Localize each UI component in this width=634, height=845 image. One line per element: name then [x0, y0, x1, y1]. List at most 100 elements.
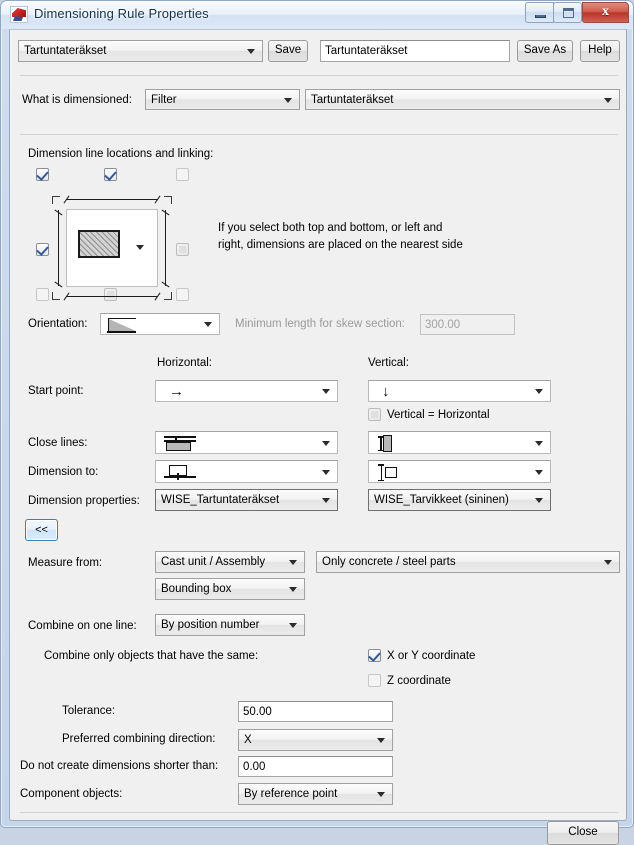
- close-button[interactable]: Close: [547, 821, 619, 845]
- what-is-dimensioned-type[interactable]: Filter: [145, 89, 300, 110]
- dialog-window: Dimensioning Rule Properties x Tartuntat…: [0, 0, 634, 845]
- preferred-direction-value: X: [244, 734, 252, 746]
- xy-coordinate-row[interactable]: X or Y coordinate: [368, 649, 475, 662]
- dimline-left: [58, 210, 59, 286]
- component-objects-select[interactable]: By reference point: [238, 783, 393, 805]
- checkbox-bottom-left-outer[interactable]: [36, 288, 49, 301]
- vertical-equals-horizontal-label: Vertical = Horizontal: [387, 408, 490, 421]
- vertical-equals-horizontal-row[interactable]: Vertical = Horizontal: [368, 408, 490, 421]
- measure-from-parts-select[interactable]: Only concrete / steel parts: [316, 551, 620, 573]
- dimline-bottom: [66, 296, 158, 297]
- xy-coordinate-checkbox[interactable]: [368, 649, 381, 662]
- dimline-bottom-tick-right: [154, 292, 161, 301]
- measure-from-primary-select[interactable]: Cast unit / Assembly: [155, 551, 305, 573]
- start-point-vertical-select[interactable]: ↓: [368, 380, 551, 402]
- rule-name-input[interactable]: Tartuntateräkset: [320, 40, 510, 62]
- combine-select[interactable]: By position number: [155, 614, 305, 636]
- what-is-dimensioned-target-value: Tartuntateräkset: [311, 93, 394, 106]
- min-skew-value: 300.00: [425, 318, 461, 331]
- orientation-label: Orientation:: [28, 318, 88, 330]
- vertical-equals-horizontal-checkbox: [368, 408, 381, 421]
- measure-from-secondary-select[interactable]: Bounding box: [155, 578, 305, 600]
- app-icon: [10, 6, 28, 23]
- chevron-down-icon: [322, 498, 330, 503]
- z-coordinate-checkbox[interactable]: [368, 674, 381, 687]
- checkbox-top-left-outer[interactable]: [36, 168, 49, 181]
- chevron-down-icon[interactable]: [136, 245, 144, 250]
- checkbox-top-right-outer[interactable]: [176, 168, 189, 181]
- vertical-column-header: Vertical:: [368, 357, 409, 369]
- dimension-lines-hint-line2: right, dimensions are placed on the near…: [218, 239, 463, 251]
- xy-coordinate-label: X or Y coordinate: [387, 649, 476, 662]
- chevron-down-icon: [535, 498, 543, 503]
- dimension-to-vertical-select[interactable]: [368, 460, 551, 483]
- close-icon: x: [602, 4, 609, 19]
- measure-from-label: Measure from:: [28, 557, 103, 569]
- orientation-select[interactable]: [100, 313, 220, 335]
- dimline-right: [165, 210, 166, 286]
- chevron-down-icon: [535, 440, 543, 446]
- chevron-down-icon: [204, 322, 212, 327]
- dimline-top: [66, 199, 158, 200]
- chevron-down-icon: [535, 389, 543, 394]
- rule-select-value: Tartuntateräkset: [24, 45, 107, 57]
- tolerance-value: 50.00: [243, 705, 272, 718]
- maximize-button[interactable]: [553, 2, 582, 23]
- title-bar: Dimensioning Rule Properties x: [1, 1, 633, 29]
- part-preview-diagram[interactable]: [52, 195, 172, 301]
- chevron-down-icon: [289, 587, 297, 592]
- dimension-properties-horizontal-select[interactable]: WISE_Tartuntateräkset: [155, 489, 338, 511]
- save-as-button[interactable]: Save As: [517, 40, 573, 62]
- what-is-dimensioned-type-value: Filter: [151, 93, 177, 106]
- minimize-button[interactable]: [525, 2, 554, 23]
- preferred-direction-select[interactable]: X: [238, 729, 393, 751]
- save-as-button-label: Save As: [523, 44, 567, 57]
- dimension-to-horizontal-select[interactable]: [155, 460, 338, 483]
- dimension-properties-label: Dimension properties:: [28, 495, 140, 507]
- save-button[interactable]: Save: [268, 40, 308, 62]
- maximize-icon: [563, 8, 574, 18]
- close-lines-horizontal-select[interactable]: [155, 431, 338, 454]
- chevron-down-icon: [322, 469, 330, 475]
- checkbox-bottom-right-outer[interactable]: [176, 288, 189, 301]
- dimension-to-vertical-icon: [378, 464, 400, 481]
- bracket-tr: [164, 196, 172, 204]
- what-is-dimensioned-label: What is dimensioned:: [22, 94, 132, 106]
- component-objects-label: Component objects:: [20, 788, 123, 800]
- dimline-top-tick-right: [154, 195, 161, 204]
- divider-dimension-lines: [20, 134, 618, 135]
- z-coordinate-row[interactable]: Z coordinate: [368, 674, 451, 687]
- part-hatch-icon: [78, 230, 120, 258]
- checkbox-middle-left[interactable]: [36, 243, 49, 256]
- close-button-label: Close: [568, 826, 598, 839]
- close-lines-vertical-select[interactable]: [368, 431, 551, 454]
- collapse-button[interactable]: <<: [25, 519, 58, 541]
- rule-select[interactable]: Tartuntateräkset: [18, 40, 263, 62]
- tolerance-input[interactable]: 50.00: [238, 701, 393, 722]
- help-button[interactable]: Help: [580, 40, 620, 62]
- rule-name-value: Tartuntateräkset: [325, 45, 408, 57]
- chevron-down-icon: [604, 560, 612, 565]
- chevron-down-icon: [322, 440, 330, 446]
- tolerance-label: Tolerance:: [62, 705, 116, 717]
- measure-from-primary-value: Cast unit / Assembly: [161, 556, 266, 568]
- chevron-down-icon: [535, 469, 543, 475]
- minimize-icon: [535, 15, 546, 18]
- start-point-horizontal-select[interactable]: →: [155, 380, 338, 402]
- bracket-tl: [52, 196, 60, 204]
- what-is-dimensioned-target[interactable]: Tartuntateräkset: [305, 89, 620, 110]
- measure-from-secondary-value: Bounding box: [161, 583, 232, 595]
- checkbox-top-center[interactable]: [104, 168, 117, 181]
- combine-value: By position number: [161, 619, 260, 631]
- arrow-down-icon: ↓: [382, 382, 390, 400]
- min-dimension-input[interactable]: 0.00: [238, 756, 393, 777]
- bracket-bl: [52, 292, 60, 300]
- chevron-down-icon: [377, 738, 385, 743]
- dialog-body: Tartuntateräkset Save Tartuntateräkset S…: [9, 29, 627, 845]
- close-lines-horizontal-icon: [164, 436, 196, 451]
- close-window-button[interactable]: x: [582, 2, 629, 23]
- dimension-to-horizontal-icon: [164, 465, 196, 480]
- combine-same-label: Combine only objects that have the same:: [44, 650, 259, 662]
- dimension-properties-vertical-select[interactable]: WISE_Tarvikkeet (sininen): [368, 489, 551, 511]
- measure-from-parts-value: Only concrete / steel parts: [322, 556, 456, 568]
